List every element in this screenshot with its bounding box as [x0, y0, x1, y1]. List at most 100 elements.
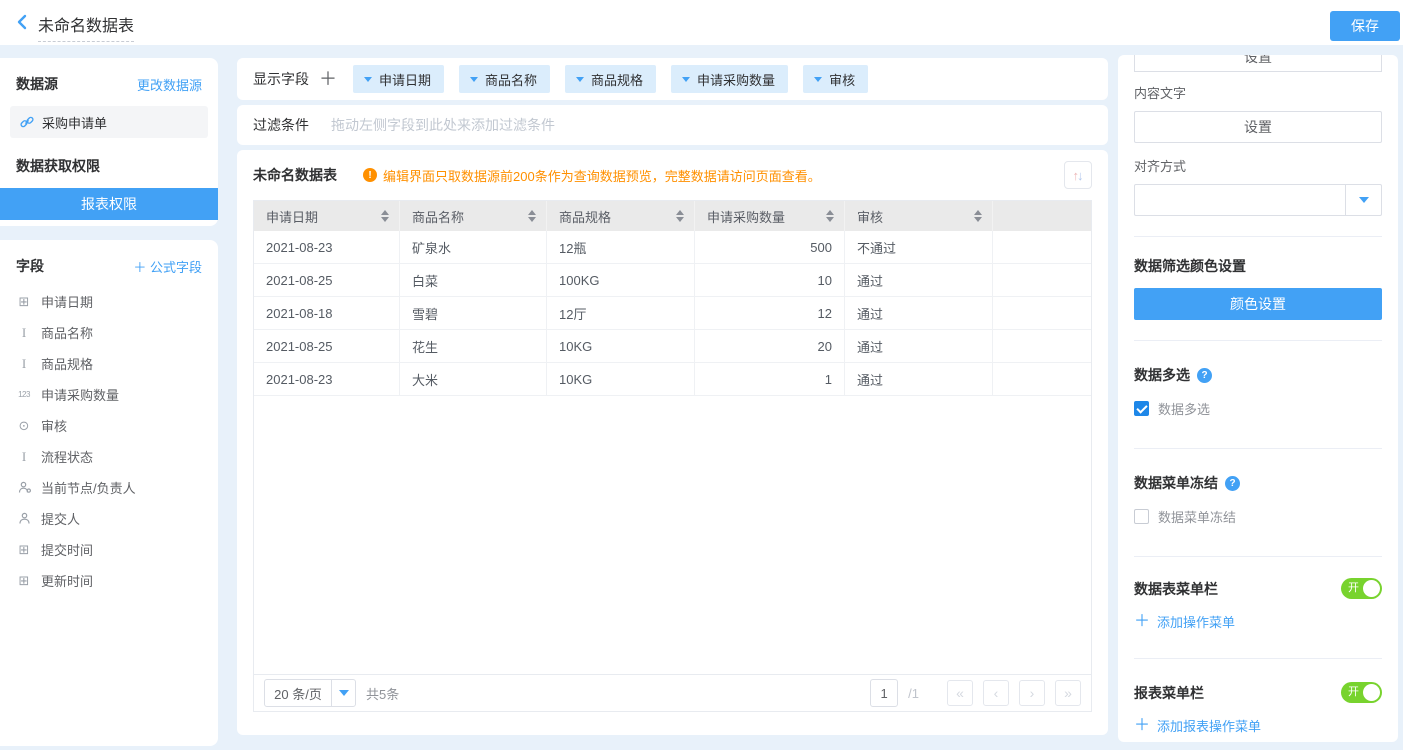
align-select-value [1135, 185, 1345, 215]
filter-label: 过滤条件 [253, 115, 309, 135]
table-header-row: 申请日期 商品名称 商品规格 申请采购数量 审核 [254, 201, 1091, 231]
chevron-down-icon[interactable] [470, 77, 478, 82]
menu-freeze-checkbox[interactable] [1134, 509, 1149, 524]
help-icon[interactable]: ? [1225, 476, 1240, 491]
field-item[interactable]: ⊙审核 [0, 410, 218, 441]
field-item[interactable]: I商品规格 [0, 348, 218, 379]
display-fields-bar: 显示字段 ＋ 申请日期 商品名称 商品规格 申请采购数量 审核 [237, 58, 1108, 100]
field-chip[interactable]: 商品名称 [459, 65, 550, 93]
divider [1134, 340, 1382, 341]
page-title[interactable]: 未命名数据表 [38, 12, 134, 42]
field-item[interactable]: ⊞提交时间 [0, 534, 218, 565]
sort-icon[interactable] [676, 210, 684, 222]
field-chip[interactable]: 商品规格 [565, 65, 656, 93]
calendar-icon: ⊞ [16, 573, 32, 589]
settings-button-clipped[interactable]: 设置 [1134, 55, 1382, 72]
radio-icon: ⊙ [16, 418, 32, 434]
link-icon [20, 115, 34, 129]
pagination-bar: 20 条/页 共5条 1 /1 « ‹ › » [254, 674, 1091, 711]
report-menu-toggle[interactable]: 开 [1341, 682, 1382, 703]
report-menu-section: 报表菜单栏 开 [1134, 682, 1382, 703]
formula-field-link[interactable]: ＋ 公式字段 [133, 257, 202, 276]
table-row: 2021-08-18雪碧12厅12通过 [254, 297, 1091, 330]
sort-icon[interactable] [381, 210, 389, 222]
add-action-menu-link[interactable]: ＋添加操作菜单 [1134, 612, 1382, 631]
settings-panel: 设置 内容文字 设置 对齐方式 数据筛选颜色设置 颜色设置 数据多选? 数据多选… [1118, 55, 1398, 742]
field-chip[interactable]: 申请日期 [353, 65, 444, 93]
add-display-field-button[interactable]: ＋ [319, 70, 337, 88]
sort-icon[interactable] [826, 210, 834, 222]
datasource-item[interactable]: 采购申请单 [10, 106, 208, 138]
calendar-icon: ⊞ [16, 542, 32, 558]
report-menu-heading: 报表菜单栏 [1134, 683, 1204, 703]
field-item[interactable]: 当前节点/负责人 [0, 472, 218, 503]
save-button[interactable]: 保存 [1330, 11, 1400, 41]
field-list: ⊞申请日期 I商品名称 I商品规格 123申请采购数量 ⊙审核 I流程状态 当前… [0, 286, 218, 596]
toggle-knob [1363, 580, 1380, 597]
filter-bar[interactable]: 过滤条件 拖动左侧字段到此处来添加过滤条件 [237, 105, 1108, 145]
chevron-down-icon[interactable] [331, 680, 355, 706]
divider [1134, 236, 1382, 237]
field-item[interactable]: ⊞申请日期 [0, 286, 218, 317]
chevron-down-icon[interactable] [576, 77, 584, 82]
column-header[interactable]: 审核 [845, 201, 993, 231]
column-header[interactable]: 申请日期 [254, 201, 400, 231]
prev-page-button[interactable]: ‹ [983, 680, 1009, 706]
person-icon [16, 512, 32, 525]
field-chip[interactable]: 审核 [803, 65, 868, 93]
chevron-down-icon[interactable] [814, 77, 822, 82]
column-header[interactable]: 商品名称 [400, 201, 547, 231]
color-settings-button[interactable]: 颜色设置 [1134, 288, 1382, 320]
field-item[interactable]: 123申请采购数量 [0, 379, 218, 410]
arrow-down-icon: ↓ [1077, 168, 1084, 183]
content-text-settings-button[interactable]: 设置 [1134, 111, 1382, 143]
multi-select-checkbox[interactable] [1134, 401, 1149, 416]
table-row: 2021-08-23大米10KG1通过 [254, 363, 1091, 396]
column-header[interactable]: 商品规格 [547, 201, 695, 231]
filter-color-heading: 数据筛选颜色设置 [1134, 256, 1382, 276]
table-menu-toggle[interactable]: 开 [1341, 578, 1382, 599]
table-row: 2021-08-25花生10KG20通过 [254, 330, 1091, 363]
plus-icon: ＋ [1134, 614, 1150, 630]
sort-icon[interactable] [528, 210, 536, 222]
chevron-down-icon[interactable] [682, 77, 690, 82]
menu-freeze-heading: 数据菜单冻结? [1134, 473, 1382, 493]
table-menu-section: 数据表菜单栏 开 [1134, 578, 1382, 599]
field-chip[interactable]: 申请采购数量 [671, 65, 788, 93]
fields-panel: 字段 ＋ 公式字段 ⊞申请日期 I商品名称 I商品规格 123申请采购数量 ⊙审… [0, 240, 218, 746]
person-node-icon [16, 481, 32, 494]
multi-select-heading: 数据多选? [1134, 365, 1382, 385]
column-header[interactable]: 申请采购数量 [695, 201, 845, 231]
table-empty-area [254, 396, 1091, 674]
next-page-button[interactable]: › [1019, 680, 1045, 706]
add-report-action-menu-link[interactable]: ＋添加报表操作菜单 [1134, 716, 1382, 735]
first-page-button[interactable]: « [947, 680, 973, 706]
back-icon[interactable] [14, 13, 32, 31]
sort-icon[interactable] [974, 210, 982, 222]
last-page-button[interactable]: » [1055, 680, 1081, 706]
datasource-item-label: 采购申请单 [42, 113, 107, 132]
total-count: 共5条 [366, 684, 399, 703]
help-icon[interactable]: ? [1197, 368, 1212, 383]
page-number-input[interactable]: 1 [870, 679, 898, 707]
table-row: 2021-08-25白菜100KG10通过 [254, 264, 1091, 297]
align-select[interactable] [1134, 184, 1382, 216]
table-title: 未命名数据表 [253, 165, 337, 185]
field-item[interactable]: I流程状态 [0, 441, 218, 472]
field-item[interactable]: ⊞更新时间 [0, 565, 218, 596]
multi-select-checkbox-label: 数据多选 [1158, 399, 1210, 418]
display-fields-label: 显示字段 [253, 69, 309, 89]
change-datasource-link[interactable]: 更改数据源 [137, 75, 202, 94]
column-header-empty [993, 201, 1091, 231]
report-permission-button[interactable]: 报表权限 [0, 188, 218, 220]
field-item[interactable]: 提交人 [0, 503, 218, 534]
field-item[interactable]: I商品名称 [0, 317, 218, 348]
page-size-select[interactable]: 20 条/页 [264, 679, 356, 707]
plus-icon: ＋ [1134, 718, 1150, 734]
calendar-icon: ⊞ [16, 294, 32, 310]
table-panel: 未命名数据表 ! 编辑界面只取数据源前200条作为查询数据预览，完整数据请访问页… [237, 150, 1108, 735]
sort-order-button[interactable]: ↑↓ [1064, 161, 1092, 189]
divider [1134, 658, 1382, 659]
chevron-down-icon[interactable] [364, 77, 372, 82]
chevron-down-icon[interactable] [1345, 185, 1381, 215]
